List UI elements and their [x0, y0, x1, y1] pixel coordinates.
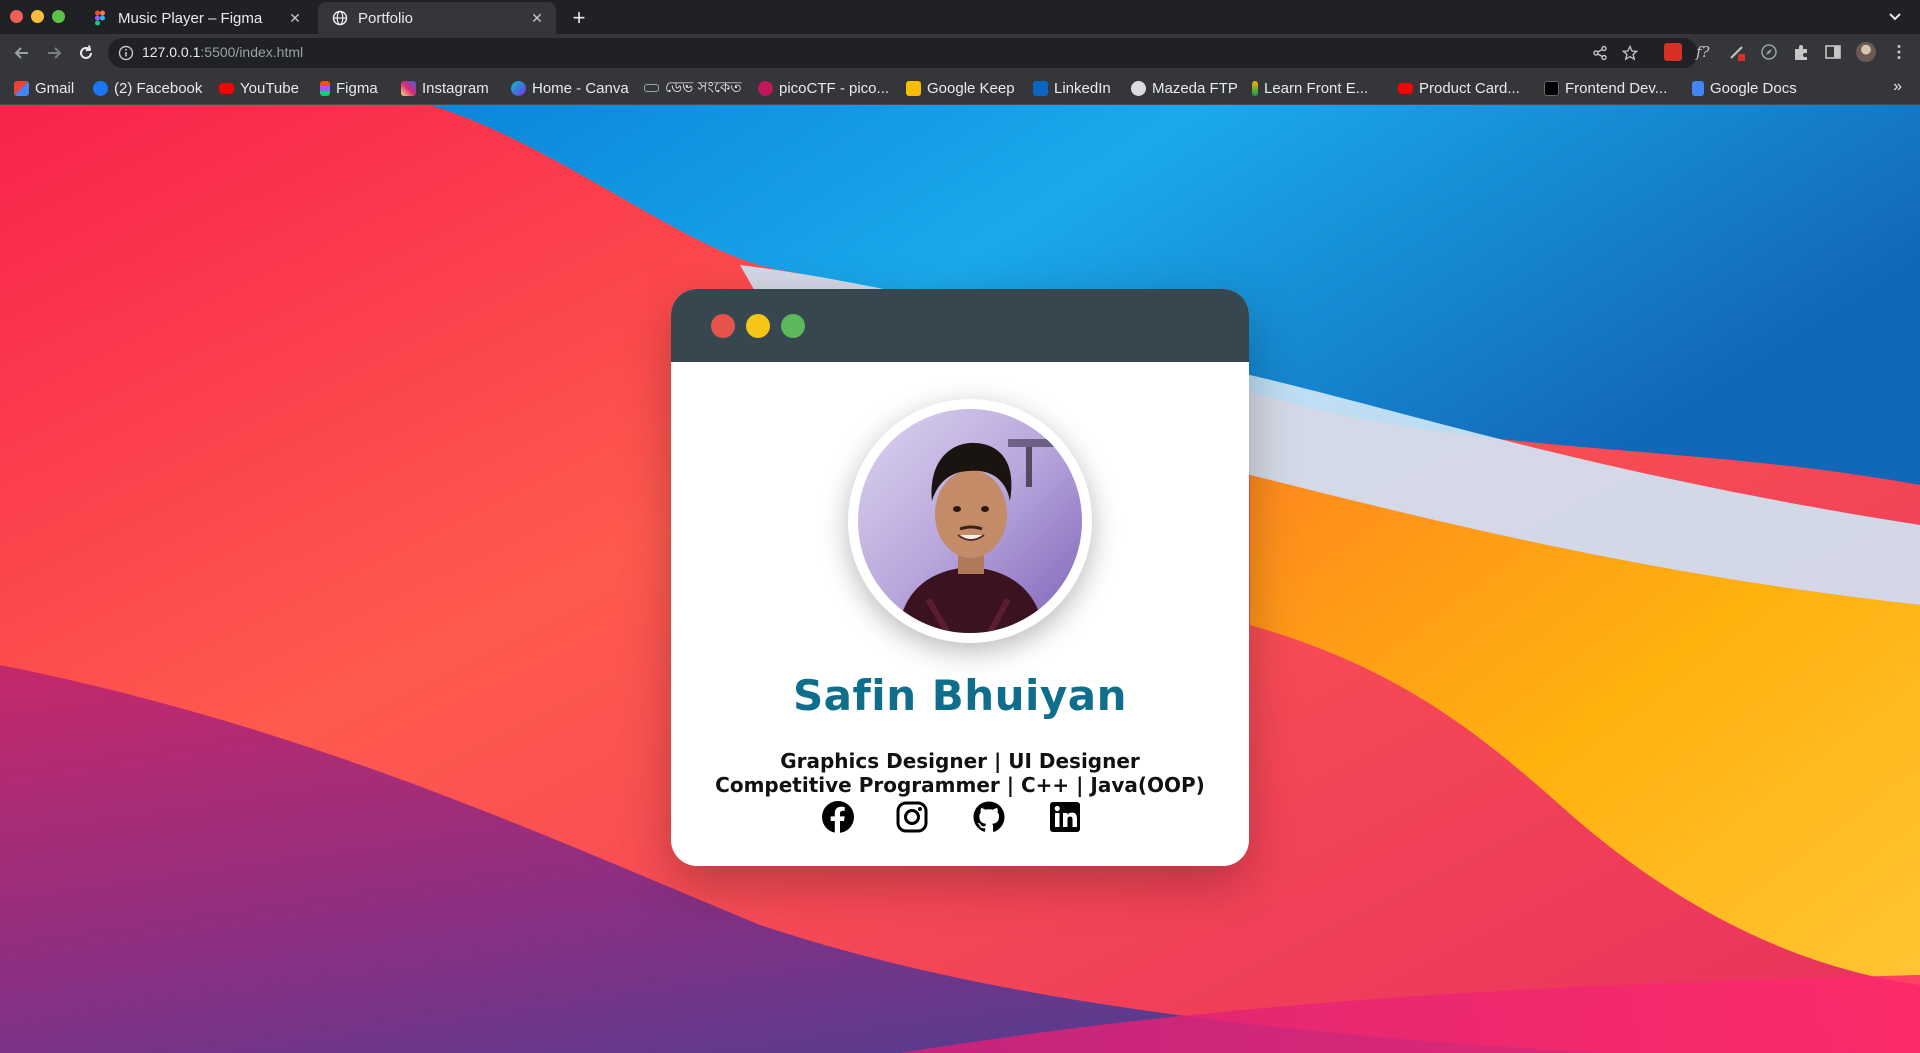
profile-name: Safin Bhuiyan — [792, 671, 1128, 720]
bookmark-label: YouTube — [240, 79, 299, 97]
bookmark-youtube[interactable]: YouTube — [219, 72, 299, 104]
globe-icon — [332, 10, 348, 26]
profile-role-line-1: Graphics Designer | UI Designer — [780, 749, 1140, 773]
bookmark-learn-front[interactable]: Learn Front E... — [1252, 72, 1368, 104]
youtube-icon — [219, 82, 234, 94]
side-panel-icon[interactable] — [1824, 43, 1842, 61]
extension-icon-compass[interactable] — [1760, 43, 1778, 61]
bookmark-figma[interactable]: Figma — [320, 72, 378, 104]
card-dot-yellow — [746, 314, 770, 338]
bookmark-dev[interactable]: ডেভ সংকেত — [644, 72, 742, 104]
bookmarks-bar: Gmail (2) Facebook YouTube Figma Instagr… — [0, 72, 1920, 105]
tab-title: Music Player – Figma — [118, 9, 263, 27]
back-icon[interactable] — [12, 43, 32, 63]
bookmark-instagram[interactable]: Instagram — [401, 72, 489, 104]
more-menu-icon[interactable] — [1890, 43, 1908, 61]
bookmark-label: ডেভ সংকেত — [665, 78, 742, 96]
avatar — [858, 409, 1082, 633]
reload-icon[interactable] — [76, 43, 96, 63]
card-dot-red — [711, 314, 735, 338]
bookmark-label: Instagram — [422, 79, 489, 97]
bookmark-star-icon[interactable] — [1622, 45, 1638, 61]
bookmark-label: Google Keep — [927, 79, 1015, 97]
url-path: :5500/index.html — [200, 44, 304, 60]
minimize-window-button[interactable] — [31, 10, 44, 23]
share-icon[interactable] — [1592, 45, 1608, 61]
keep-icon — [906, 80, 921, 96]
figma-icon — [95, 10, 105, 26]
bookmark-label: Mazeda FTP — [1152, 79, 1238, 97]
tab-strip: Music Player – Figma ✕ Portfolio ✕ + — [0, 0, 1920, 34]
close-tab-icon[interactable]: ✕ — [286, 9, 304, 27]
linkedin-icon[interactable] — [1048, 800, 1082, 834]
bookmark-mazeda-ftp[interactable]: Mazeda FTP — [1131, 72, 1238, 104]
tab-portfolio[interactable]: Portfolio ✕ — [318, 2, 556, 34]
bookmark-label: Gmail — [35, 79, 75, 97]
close-tab-icon[interactable]: ✕ — [528, 9, 546, 27]
avatar-frame — [848, 399, 1092, 643]
new-tab-button[interactable]: + — [566, 5, 592, 31]
chevron-down-icon[interactable] — [1884, 6, 1906, 28]
bookmark-picoctf[interactable]: picoCTF - pico... — [758, 72, 889, 104]
linkedin-icon — [1033, 80, 1048, 96]
bookmark-label: Home - Canva — [532, 79, 629, 97]
card-dot-green — [781, 314, 805, 338]
youtube-icon — [1398, 82, 1413, 94]
extension-icon-pen[interactable] — [1728, 43, 1746, 61]
url-host: 127.0.0.1 — [142, 44, 201, 60]
bookmark-label: Frontend Dev... — [1565, 79, 1668, 97]
instagram-icon[interactable] — [895, 800, 929, 834]
canva-icon — [511, 80, 526, 96]
profile-card: Safin Bhuiyan Graphics Designer | UI Des… — [671, 289, 1249, 866]
bookmark-google-keep[interactable]: Google Keep — [906, 72, 1015, 104]
maximize-window-button[interactable] — [52, 10, 65, 23]
bookmark-product-card[interactable]: Product Card... — [1398, 72, 1520, 104]
figma-icon — [320, 80, 330, 96]
globe-icon — [1131, 80, 1146, 96]
dev-icon — [644, 84, 659, 92]
address-bar[interactable]: 127.0.0.1:5500/index.html — [108, 38, 1698, 68]
bookmark-label: Google Docs — [1710, 79, 1797, 97]
social-links — [671, 800, 1249, 836]
card-title-bar — [671, 289, 1249, 362]
extensions-puzzle-icon[interactable] — [1792, 43, 1810, 61]
profile-avatar[interactable] — [1856, 42, 1876, 62]
url-text: 127.0.0.1:5500/index.html — [142, 44, 303, 60]
github-icon[interactable] — [972, 800, 1006, 834]
bookmark-facebook[interactable]: (2) Facebook — [93, 72, 202, 104]
extension-icon-red[interactable] — [1664, 43, 1682, 61]
bookmark-label: Learn Front E... — [1264, 79, 1369, 97]
bookmark-frontend-dev[interactable]: Frontend Dev... — [1544, 72, 1667, 104]
bookmark-label: picoCTF - pico... — [779, 79, 890, 97]
facebook-icon — [93, 80, 108, 96]
docs-icon — [1692, 80, 1704, 96]
picoctf-icon — [758, 80, 773, 96]
bookmark-label: LinkedIn — [1054, 79, 1111, 97]
facebook-icon[interactable] — [821, 800, 855, 834]
bookmark-google-docs[interactable]: Google Docs — [1692, 72, 1797, 104]
bookmark-linkedin[interactable]: LinkedIn — [1033, 72, 1111, 104]
tab-title: Portfolio — [358, 9, 414, 27]
page-viewport: Safin Bhuiyan Graphics Designer | UI Des… — [0, 105, 1920, 1053]
tab-music-player[interactable]: Music Player – Figma ✕ — [78, 2, 314, 34]
profile-role-line-2: Competitive Programmer | C++ | Java(OOP) — [715, 773, 1205, 797]
forward-icon[interactable] — [44, 43, 64, 63]
site-info-icon[interactable] — [118, 45, 134, 61]
instagram-icon — [401, 80, 416, 96]
bookmark-gmail[interactable]: Gmail — [14, 72, 74, 104]
more-bookmarks-button[interactable]: » — [1893, 78, 1902, 96]
bookmark-canva[interactable]: Home - Canva — [511, 72, 629, 104]
gmail-icon — [14, 80, 29, 96]
bookmark-label: Figma — [336, 79, 378, 97]
bookmark-label: (2) Facebook — [114, 79, 203, 97]
extension-icon-formula[interactable]: f? — [1696, 43, 1714, 61]
bookmark-label: Product Card... — [1419, 79, 1520, 97]
close-window-button[interactable] — [10, 10, 23, 23]
learn-icon — [1252, 80, 1258, 96]
browser-toolbar: 127.0.0.1:5500/index.html f? — [0, 34, 1920, 72]
frontendmentor-icon — [1544, 80, 1559, 96]
